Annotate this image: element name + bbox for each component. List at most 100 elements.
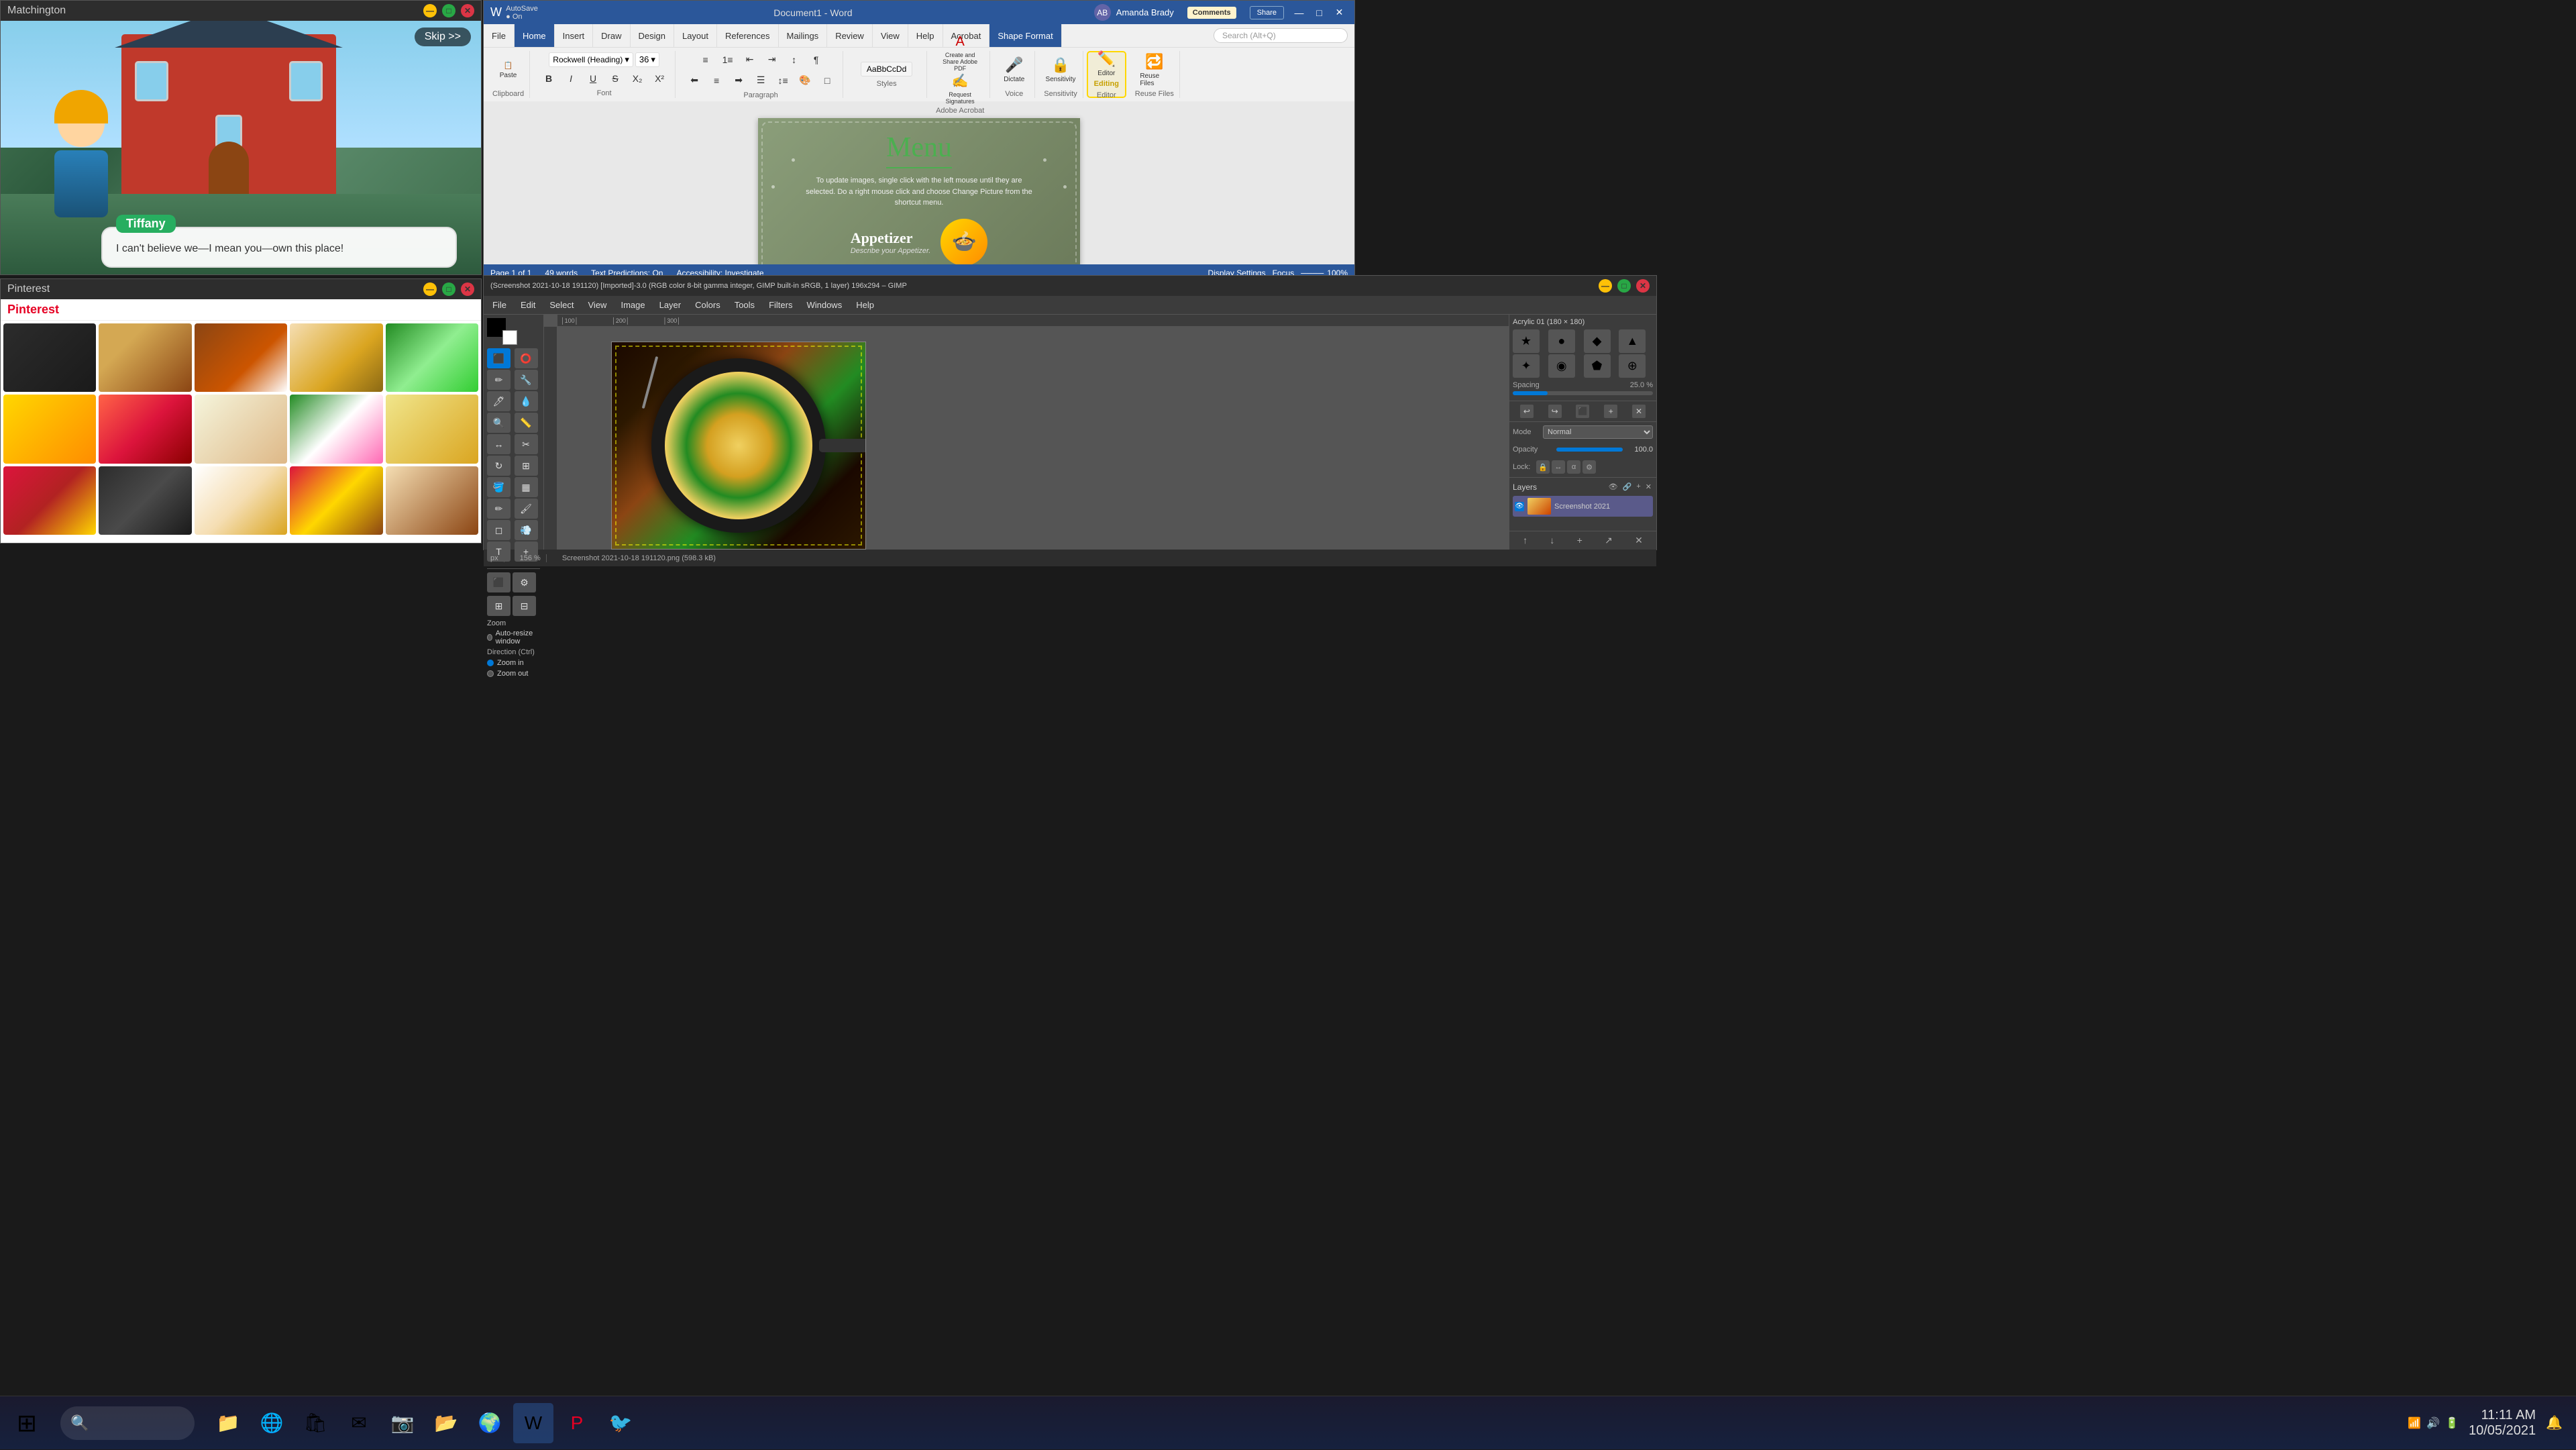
brush-4[interactable]: ▲ bbox=[1619, 329, 1646, 353]
tab-file[interactable]: File bbox=[484, 24, 515, 47]
minimize-btn[interactable]: — bbox=[423, 4, 437, 17]
tool-paintbrush[interactable]: 🖌 bbox=[515, 499, 538, 519]
paste-btn[interactable]: 📋 Paste bbox=[493, 52, 523, 89]
share-btn[interactable]: Share bbox=[1250, 6, 1284, 19]
skip-button[interactable]: Skip >> bbox=[415, 28, 471, 46]
pin-item-3[interactable] bbox=[195, 323, 287, 392]
pin-item-10[interactable] bbox=[386, 395, 478, 463]
speaker-icon[interactable]: 🔊 bbox=[2426, 1416, 2440, 1430]
gimp-menu-tools[interactable]: Tools bbox=[729, 300, 760, 310]
dictate-btn[interactable]: 🎤 Dictate bbox=[999, 52, 1029, 89]
superscript-btn[interactable]: X² bbox=[649, 69, 669, 88]
tab-help[interactable]: Help bbox=[908, 24, 943, 47]
taskbar-icon-edge[interactable]: 🌐 bbox=[252, 1403, 292, 1443]
align-justify-btn[interactable]: ☰ bbox=[751, 71, 771, 90]
tool-option-2[interactable]: ⚙ bbox=[513, 572, 536, 592]
pin-item-8[interactable] bbox=[195, 395, 287, 463]
taskbar-icon-pinterest[interactable]: P bbox=[557, 1403, 597, 1443]
word-close-btn[interactable]: ✕ bbox=[1331, 4, 1348, 21]
tab-references[interactable]: References bbox=[717, 24, 778, 47]
spacing-slider[interactable] bbox=[1513, 391, 1653, 395]
borders-btn[interactable]: □ bbox=[817, 71, 837, 90]
tab-draw[interactable]: Draw bbox=[593, 24, 630, 47]
gimp-ctrl-4[interactable]: + bbox=[1604, 405, 1617, 418]
taskbar-icon-browser[interactable]: 🌍 bbox=[470, 1403, 510, 1443]
gimp-menu-image[interactable]: Image bbox=[615, 300, 650, 310]
taskbar-icon-remote[interactable]: 📷 bbox=[382, 1403, 423, 1443]
tab-home[interactable]: Home bbox=[515, 24, 555, 47]
auto-resize-radio[interactable] bbox=[487, 634, 492, 641]
strikethrough-btn[interactable]: S bbox=[605, 69, 625, 88]
lock-icon-visibility[interactable]: ⚙ bbox=[1582, 460, 1596, 474]
gimp-menu-help[interactable]: Help bbox=[851, 300, 879, 310]
pinterest-maximize-btn[interactable]: □ bbox=[442, 282, 455, 296]
lock-icon-pixels[interactable]: 🔒 bbox=[1536, 460, 1550, 474]
gimp-menu-windows[interactable]: Windows bbox=[801, 300, 847, 310]
layer-btn-2[interactable]: 🔗 bbox=[1621, 481, 1633, 493]
tool-pencil[interactable]: ✏ bbox=[487, 499, 511, 519]
gimp-ctrl-2[interactable]: ↪ bbox=[1548, 405, 1562, 418]
pinterest-close-btn[interactable]: ✕ bbox=[461, 282, 474, 296]
tool-bucket-fill[interactable]: 🪣 bbox=[487, 477, 511, 497]
tool-free-select[interactable]: ✏ bbox=[487, 370, 511, 390]
tab-review[interactable]: Review bbox=[827, 24, 873, 47]
wifi-icon[interactable]: 📶 bbox=[2408, 1416, 2421, 1430]
tool-paths[interactable]: 🖊 bbox=[487, 391, 511, 411]
gimp-canvas[interactable] bbox=[611, 342, 866, 550]
tool-zoom[interactable]: 🔍 bbox=[487, 413, 511, 433]
gimp-ctrl-5[interactable]: ✕ bbox=[1632, 405, 1646, 418]
word-maximize-btn[interactable]: □ bbox=[1311, 4, 1328, 21]
show-marks-btn[interactable]: ¶ bbox=[806, 50, 826, 69]
tool-gradient[interactable]: ▦ bbox=[515, 477, 538, 497]
tool-snap-1[interactable]: ⊞ bbox=[487, 596, 511, 616]
bullets-btn[interactable]: ≡ bbox=[696, 50, 716, 69]
gimp-minimize-btn[interactable]: — bbox=[1599, 279, 1612, 293]
taskbar-icon-twitter[interactable]: 🐦 bbox=[600, 1403, 641, 1443]
gimp-menu-select[interactable]: Select bbox=[544, 300, 579, 310]
lock-icon-position[interactable]: ↔ bbox=[1552, 460, 1565, 474]
taskbar-search[interactable]: 🔍 bbox=[60, 1406, 195, 1440]
pin-item-9[interactable] bbox=[290, 395, 382, 463]
taskbar-icon-mail[interactable]: ✉ bbox=[339, 1403, 379, 1443]
close-btn[interactable]: ✕ bbox=[461, 4, 474, 17]
tool-ellipse-select[interactable]: ⭕ bbox=[515, 348, 538, 368]
layer-action-5[interactable]: ✕ bbox=[1635, 535, 1643, 546]
layer-btn-4[interactable]: ✕ bbox=[1644, 481, 1653, 493]
word-minimize-btn[interactable]: — bbox=[1291, 4, 1307, 21]
layer-btn-1[interactable]: 👁 bbox=[1607, 481, 1619, 493]
tool-option-1[interactable]: ⬛ bbox=[487, 572, 511, 592]
styles-picker[interactable]: AaBbCcDd bbox=[861, 62, 912, 76]
underline-btn[interactable]: U bbox=[583, 69, 603, 88]
tool-crop[interactable]: ✂ bbox=[515, 434, 538, 454]
brush-6[interactable]: ◉ bbox=[1548, 354, 1575, 378]
layer-item-screenshot[interactable]: 👁 Screenshot 2021 bbox=[1513, 496, 1653, 517]
align-right-btn[interactable]: ➡ bbox=[729, 71, 749, 90]
subscript-btn[interactable]: X₂ bbox=[627, 69, 647, 88]
gimp-close-btn[interactable]: ✕ bbox=[1636, 279, 1650, 293]
line-spacing-btn[interactable]: ↕≡ bbox=[773, 71, 793, 90]
lock-icon-alpha[interactable]: α bbox=[1567, 460, 1580, 474]
tool-airbrush[interactable]: 💨 bbox=[515, 520, 538, 540]
pin-item-1[interactable] bbox=[3, 323, 96, 392]
notification-btn[interactable]: 🔔 bbox=[2546, 1414, 2563, 1431]
gimp-menu-colors[interactable]: Colors bbox=[690, 300, 726, 310]
layer-action-1[interactable]: ↑ bbox=[1523, 535, 1527, 546]
pin-item-12[interactable] bbox=[99, 466, 191, 535]
editor-btn[interactable]: ✏️ Editor bbox=[1091, 50, 1122, 78]
maximize-btn[interactable]: □ bbox=[442, 4, 455, 17]
taskbar-icon-word[interactable]: W bbox=[513, 1403, 553, 1443]
taskbar-icon-store[interactable]: 🛍 bbox=[295, 1403, 335, 1443]
tab-view[interactable]: View bbox=[873, 24, 908, 47]
comments-btn[interactable]: Comments bbox=[1187, 7, 1236, 19]
gimp-ctrl-1[interactable]: ↩ bbox=[1520, 405, 1534, 418]
numbering-btn[interactable]: 1≡ bbox=[718, 50, 738, 69]
pin-item-6[interactable] bbox=[3, 395, 96, 463]
layer-action-3[interactable]: + bbox=[1577, 535, 1582, 546]
tool-fuzzy-select[interactable]: 🔧 bbox=[515, 370, 538, 390]
word-search-input[interactable]: Search (Alt+Q) bbox=[1214, 28, 1348, 43]
layer-visibility-icon[interactable]: 👁 bbox=[1515, 502, 1524, 511]
italic-btn[interactable]: I bbox=[561, 69, 581, 88]
tool-rectangle-select[interactable]: ⬛ bbox=[487, 348, 511, 368]
pin-item-15[interactable] bbox=[386, 466, 478, 535]
brush-7[interactable]: ⬟ bbox=[1584, 354, 1611, 378]
